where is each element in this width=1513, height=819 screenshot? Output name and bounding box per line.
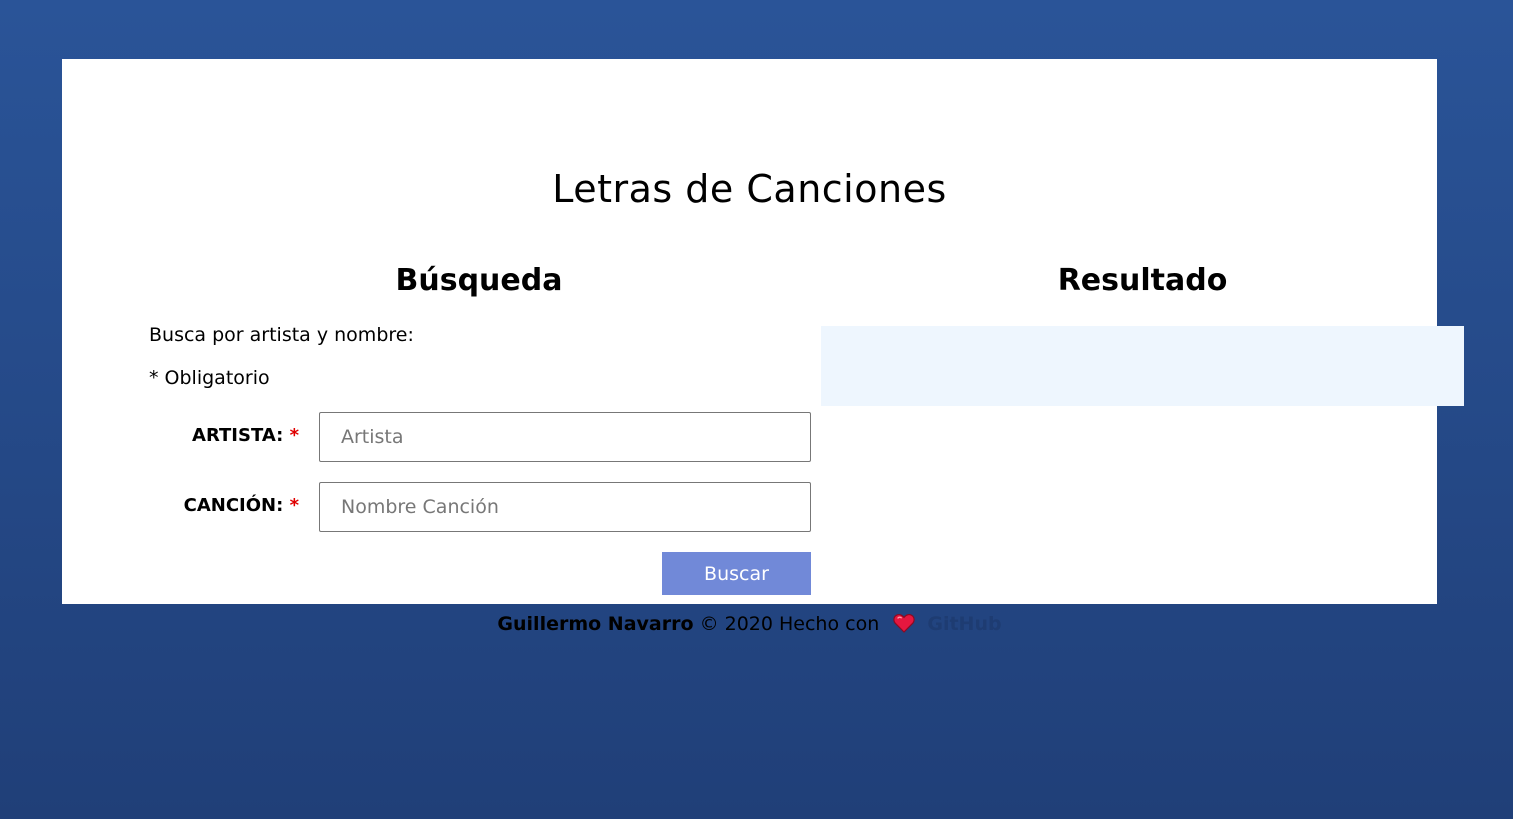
main-card: Letras de Canciones Búsqueda Resultado B… <box>62 59 1464 635</box>
heart-icon <box>893 613 915 633</box>
github-link[interactable]: GitHub <box>927 613 1001 635</box>
artist-label-text: ARTISTA: <box>192 425 284 446</box>
footer: Guillermo Navarro © 2020 Hecho con GitHu… <box>62 613 1437 635</box>
song-label: CANCIÓN: * <box>149 495 299 516</box>
artist-input[interactable] <box>319 412 811 462</box>
song-input[interactable] <box>319 482 811 532</box>
artist-label: ARTISTA: * <box>149 425 299 446</box>
song-label-text: CANCIÓN: <box>183 495 284 516</box>
result-heading: Resultado <box>1057 263 1228 298</box>
footer-author: Guillermo Navarro <box>497 613 694 635</box>
search-intro: Busca por artista y nombre: <box>149 324 414 346</box>
footer-copyright: © 2020 Hecho con <box>699 613 880 635</box>
song-required-marker: * <box>289 495 299 516</box>
result-box <box>821 326 1464 406</box>
app-title: Letras de Canciones <box>552 167 947 211</box>
search-heading: Búsqueda <box>395 263 563 298</box>
artist-required-marker: * <box>289 425 299 446</box>
required-note: * Obligatorio <box>149 367 270 389</box>
search-button[interactable]: Buscar <box>662 552 811 595</box>
